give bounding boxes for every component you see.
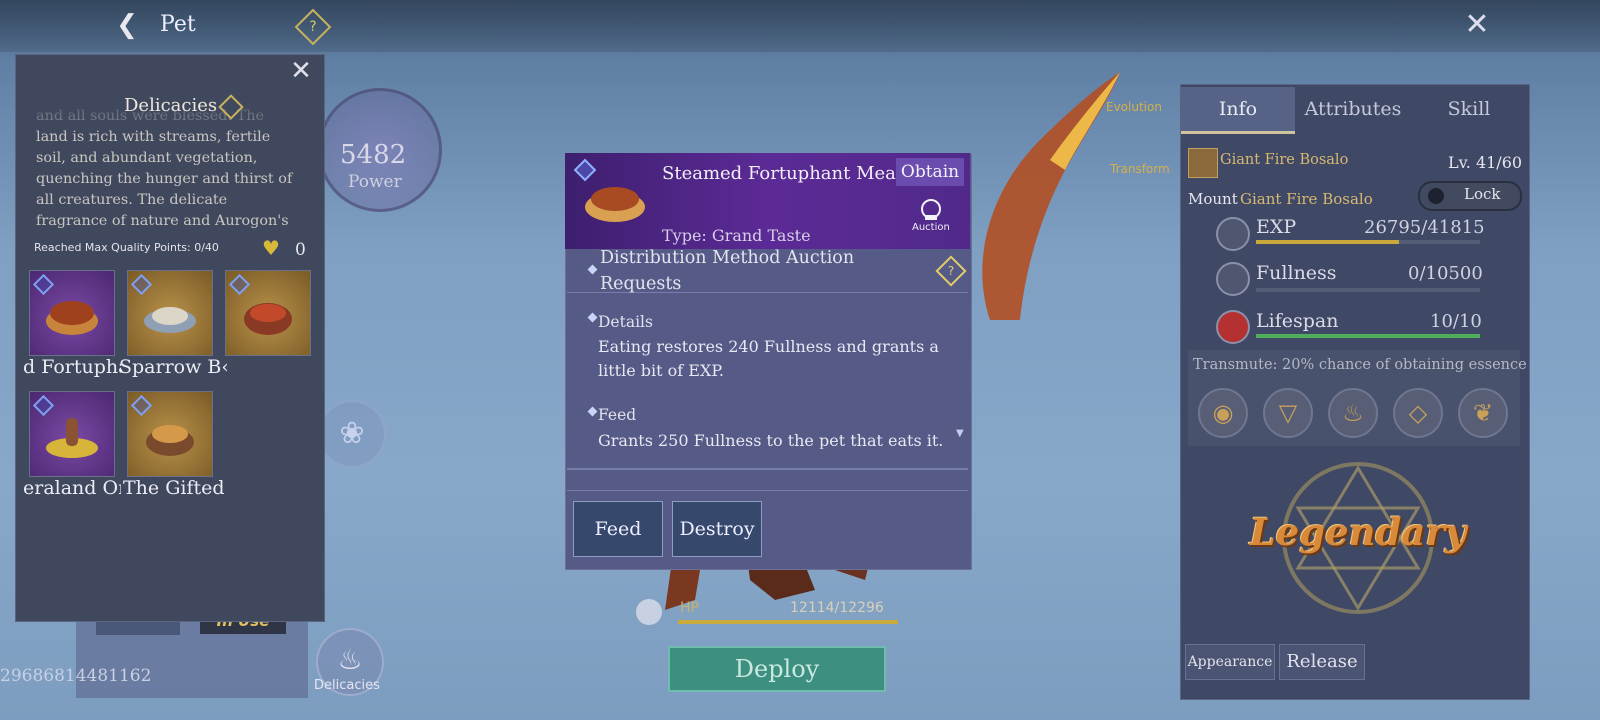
triangle-rune-icon[interactable]: ▽: [1263, 388, 1313, 438]
leaf-rune-icon[interactable]: ❦: [1458, 388, 1508, 438]
close-icon[interactable]: ✕: [1460, 8, 1494, 42]
auction-label: Auction: [912, 222, 950, 233]
divider: [567, 490, 968, 491]
details-text: Eating restores 240 Fullness and grants …: [598, 337, 939, 380]
exp-bar-track: [1256, 240, 1480, 244]
lifespan-bar-track: [1256, 334, 1480, 338]
stat-exp-value: 26795/41815: [1364, 217, 1485, 238]
delicacies-description: and all souls were blessed. The land is …: [36, 108, 293, 228]
pet-name: Giant Fire Bosalo: [1220, 152, 1349, 168]
heart-icon: ♥: [262, 236, 280, 260]
lifespan-bar-fill: [1256, 334, 1480, 338]
toggle-knob: [1428, 188, 1444, 204]
transmute-label: Transmute: 20% chance of obtaining essen…: [1193, 357, 1527, 373]
pet-avatar-icon: [1188, 148, 1218, 178]
details-heading: Details: [598, 313, 653, 331]
tab-attributes[interactable]: Attributes: [1295, 87, 1411, 131]
stat-fullness-label: Fullness: [1256, 262, 1337, 284]
scroll-down-icon[interactable]: ▼: [956, 428, 964, 439]
deploy-button[interactable]: Deploy: [668, 646, 886, 692]
delicacy-tile[interactable]: [29, 270, 115, 356]
delicacy-tile[interactable]: [127, 391, 213, 477]
dragon-badge-icon[interactable]: ❀: [318, 400, 386, 468]
hp-value: 12114/12296: [790, 600, 884, 616]
feed-button[interactable]: Feed: [573, 501, 663, 557]
divider: [567, 292, 968, 293]
power-value: 5482: [340, 140, 407, 170]
pet-serial-number: 29686814481162: [0, 666, 152, 686]
transform-label[interactable]: Transform: [1110, 162, 1170, 176]
plate-dumplings-icon: [144, 307, 196, 333]
stat-exp-label: EXP: [1256, 216, 1297, 238]
lock-label: Lock: [1464, 185, 1501, 203]
lock-toggle[interactable]: Lock: [1418, 181, 1522, 211]
delicacies-close-icon[interactable]: ✕: [286, 56, 316, 86]
heart-icon: [1216, 310, 1250, 344]
tab-skill[interactable]: Skill: [1411, 87, 1527, 131]
feed-text: Grants 250 Fullness to the pet that eats…: [598, 431, 944, 449]
item-name: Steamed Fortuphant Meat: [662, 163, 904, 184]
eye-rune-icon[interactable]: ◉: [1198, 388, 1248, 438]
exp-swirl-icon: [1216, 217, 1250, 251]
delicacy-name: eraland Or: [23, 477, 121, 499]
hp-label: HP: [680, 600, 699, 616]
top-bar: [0, 0, 1600, 52]
fullness-bar-track: [1256, 288, 1480, 292]
feed-heading: Feed: [598, 406, 637, 424]
delicacies-button-label: Delicacies: [314, 678, 380, 693]
delicacies-title: Delicacies: [124, 95, 218, 116]
exp-bar-fill: [1256, 240, 1400, 244]
stat-fullness-value: 0/10500: [1408, 263, 1483, 284]
evolution-label[interactable]: Evolution: [1106, 100, 1162, 114]
delicacy-tile[interactable]: [225, 270, 311, 356]
heart-count: 0: [295, 240, 306, 260]
hp-drop-icon: [636, 599, 662, 625]
destroy-button[interactable]: Destroy: [672, 501, 762, 557]
meat-bowl-icon: [46, 301, 98, 335]
delicacy-name: Sparrow B‹ypot: [119, 356, 227, 378]
divider: [567, 468, 968, 470]
tab-info[interactable]: Info: [1181, 87, 1295, 134]
rarity-label: Legendary: [1249, 510, 1467, 554]
back-arrow-icon[interactable]: ❮: [112, 10, 142, 40]
item-type: Type: Grand Taste: [662, 226, 811, 245]
delicacy-tile[interactable]: [127, 270, 213, 356]
auction-icon[interactable]: [916, 198, 946, 222]
pet-level: Lv. 41/60: [1448, 153, 1523, 172]
quality-points-label: Reached Max Quality Points: 0/40: [34, 241, 219, 254]
distribution-method: Distribution Method Auction Requests: [600, 248, 855, 294]
mount-name: Giant Fire Bosalo: [1240, 190, 1373, 208]
power-label: Power: [348, 172, 402, 192]
stomach-icon: [1216, 262, 1250, 296]
flame-rune-icon[interactable]: ♨: [1328, 388, 1378, 438]
appearance-button[interactable]: Appearance: [1185, 644, 1275, 680]
delicacy-name: The Gifted: [123, 477, 225, 499]
roast-bowl-icon: [146, 425, 194, 456]
square-rune-icon[interactable]: ◇: [1393, 388, 1443, 438]
item-food-icon: [585, 187, 645, 222]
hp-bar: [678, 620, 898, 624]
delicacy-tile[interactable]: [29, 391, 115, 477]
page-title: Pet: [160, 12, 196, 37]
release-button[interactable]: Release: [1279, 644, 1365, 680]
obtain-button[interactable]: Obtain: [896, 158, 964, 186]
mount-label: Mount: [1188, 190, 1238, 208]
delicacy-name: d Fortupha: [23, 356, 121, 378]
stat-lifespan-label: Lifespan: [1256, 310, 1339, 332]
stat-lifespan-value: 10/10: [1430, 311, 1482, 332]
vase-dish-icon: [46, 418, 98, 458]
stew-pot-icon: [244, 303, 292, 335]
